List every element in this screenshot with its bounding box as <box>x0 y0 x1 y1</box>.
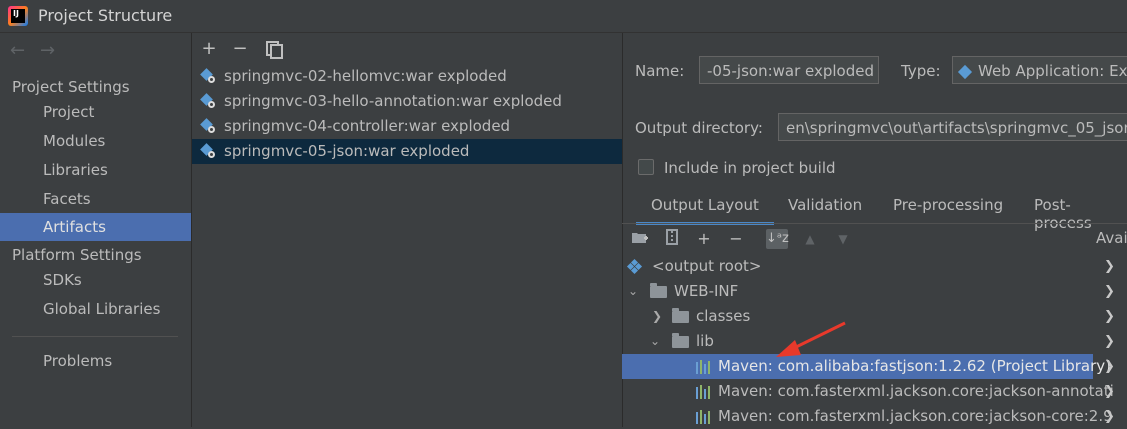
library-icon <box>696 385 712 399</box>
chevron-right-icon[interactable]: ❯ <box>1104 379 1115 404</box>
sidebar-item-facets[interactable]: Facets <box>0 186 191 212</box>
include-in-build-checkbox[interactable] <box>638 159 654 175</box>
remove-element-button[interactable]: − <box>725 229 747 249</box>
sidebar-item-project[interactable]: Project <box>0 99 191 125</box>
sidebar-item-global-libraries[interactable]: Global Libraries <box>0 296 191 322</box>
chevron-right-icon[interactable]: ❯ <box>1104 359 1115 374</box>
platform-settings-header: Platform Settings <box>12 246 142 264</box>
include-in-build-label: Include in project build <box>664 159 836 177</box>
tab-pre-processing[interactable]: Pre-processing <box>893 196 1003 222</box>
tree-row-classes[interactable]: ❯ classes ❯ <box>622 304 1127 329</box>
output-directory-field[interactable]: en\springmvc\out\artifacts\springmvc_05_… <box>778 113 1127 141</box>
folder-icon <box>672 308 689 323</box>
chevron-right-icon[interactable]: ❯ <box>1104 304 1115 329</box>
move-down-icon[interactable]: ▼ <box>832 229 854 249</box>
add-artifact-button[interactable]: + <box>198 38 220 59</box>
tree-row-output-root[interactable]: <output root> ❯ <box>622 254 1127 279</box>
tree-row-library[interactable]: Maven: com.fasterxml.jackson.core:jackso… <box>622 379 1127 404</box>
tab-post-processing[interactable]: Post-process <box>1034 196 1127 232</box>
sidebar-item-problems[interactable]: Problems <box>0 348 191 374</box>
type-combobox[interactable]: Web Application: Ex <box>952 56 1127 84</box>
sidebar-item-artifacts[interactable]: Artifacts <box>0 213 191 241</box>
window-title: Project Structure <box>38 6 173 25</box>
web-app-icon <box>957 64 973 80</box>
chevron-right-icon[interactable]: ❯ <box>1104 404 1115 429</box>
war-artifact-icon <box>201 94 217 110</box>
war-artifact-icon <box>201 69 217 85</box>
title-bar: IJ Project Structure <box>0 0 1127 33</box>
chevron-right-icon[interactable]: ❯ <box>1104 329 1115 354</box>
available-elements-label: Avai <box>1096 229 1127 247</box>
chevron-right-icon[interactable]: ❯ <box>1104 254 1115 279</box>
folder-icon <box>672 333 689 348</box>
artifact-item[interactable]: springmvc-04-controller:war exploded <box>192 114 622 139</box>
sort-alphabetically-icon[interactable]: ↓ᵃz <box>766 229 789 249</box>
forward-arrow-icon[interactable]: → <box>40 40 55 61</box>
new-directory-icon[interactable] <box>629 229 651 249</box>
output-root-icon <box>626 258 643 275</box>
chevron-right-icon[interactable]: ❯ <box>1104 279 1115 304</box>
copy-icon[interactable] <box>266 41 283 59</box>
library-icon <box>696 410 712 424</box>
chevron-down-icon[interactable]: ⌄ <box>650 329 660 354</box>
back-arrow-icon[interactable]: ← <box>10 40 25 61</box>
artifact-item[interactable]: springmvc-02-hellomvc:war exploded <box>192 64 622 89</box>
remove-artifact-button[interactable]: − <box>229 38 251 59</box>
sidebar-divider <box>12 336 178 337</box>
tab-validation[interactable]: Validation <box>788 196 862 222</box>
chevron-down-icon[interactable]: ⌄ <box>628 279 638 304</box>
tree-row-library-selected[interactable]: Maven: com.alibaba:fastjson:1.2.62 (Proj… <box>622 354 1111 379</box>
name-label: Name: <box>635 62 685 80</box>
name-field[interactable]: -05-json:war exploded <box>699 56 879 84</box>
intellij-logo-icon: IJ <box>8 6 28 26</box>
war-artifact-icon <box>201 119 217 135</box>
sidebar-item-libraries[interactable]: Libraries <box>0 157 191 183</box>
artifact-item-selected[interactable]: springmvc-05-json:war exploded <box>192 139 622 164</box>
library-icon <box>696 360 712 374</box>
chevron-right-icon[interactable]: ❯ <box>652 304 662 329</box>
war-artifact-icon <box>201 144 217 160</box>
sidebar-item-modules[interactable]: Modules <box>0 128 191 154</box>
add-element-button[interactable]: + <box>693 229 715 249</box>
tree-row-web-inf[interactable]: ⌄ WEB-INF ❯ <box>622 279 1127 304</box>
project-settings-header: Project Settings <box>12 78 130 96</box>
archive-icon[interactable] <box>661 229 683 249</box>
tab-output-layout[interactable]: Output Layout <box>636 196 774 225</box>
tree-row-lib[interactable]: ⌄ lib ❯ <box>622 329 1127 354</box>
tree-row-library[interactable]: Maven: com.fasterxml.jackson.core:jackso… <box>622 404 1127 429</box>
move-up-icon[interactable]: ▲ <box>799 229 821 249</box>
type-label: Type: <box>901 62 941 80</box>
sidebar-item-sdks[interactable]: SDKs <box>0 267 191 293</box>
folder-icon <box>650 283 667 298</box>
output-directory-label: Output directory: <box>635 119 763 137</box>
artifact-item[interactable]: springmvc-03-hello-annotation:war explod… <box>192 89 622 114</box>
tab-divider <box>622 223 1127 224</box>
